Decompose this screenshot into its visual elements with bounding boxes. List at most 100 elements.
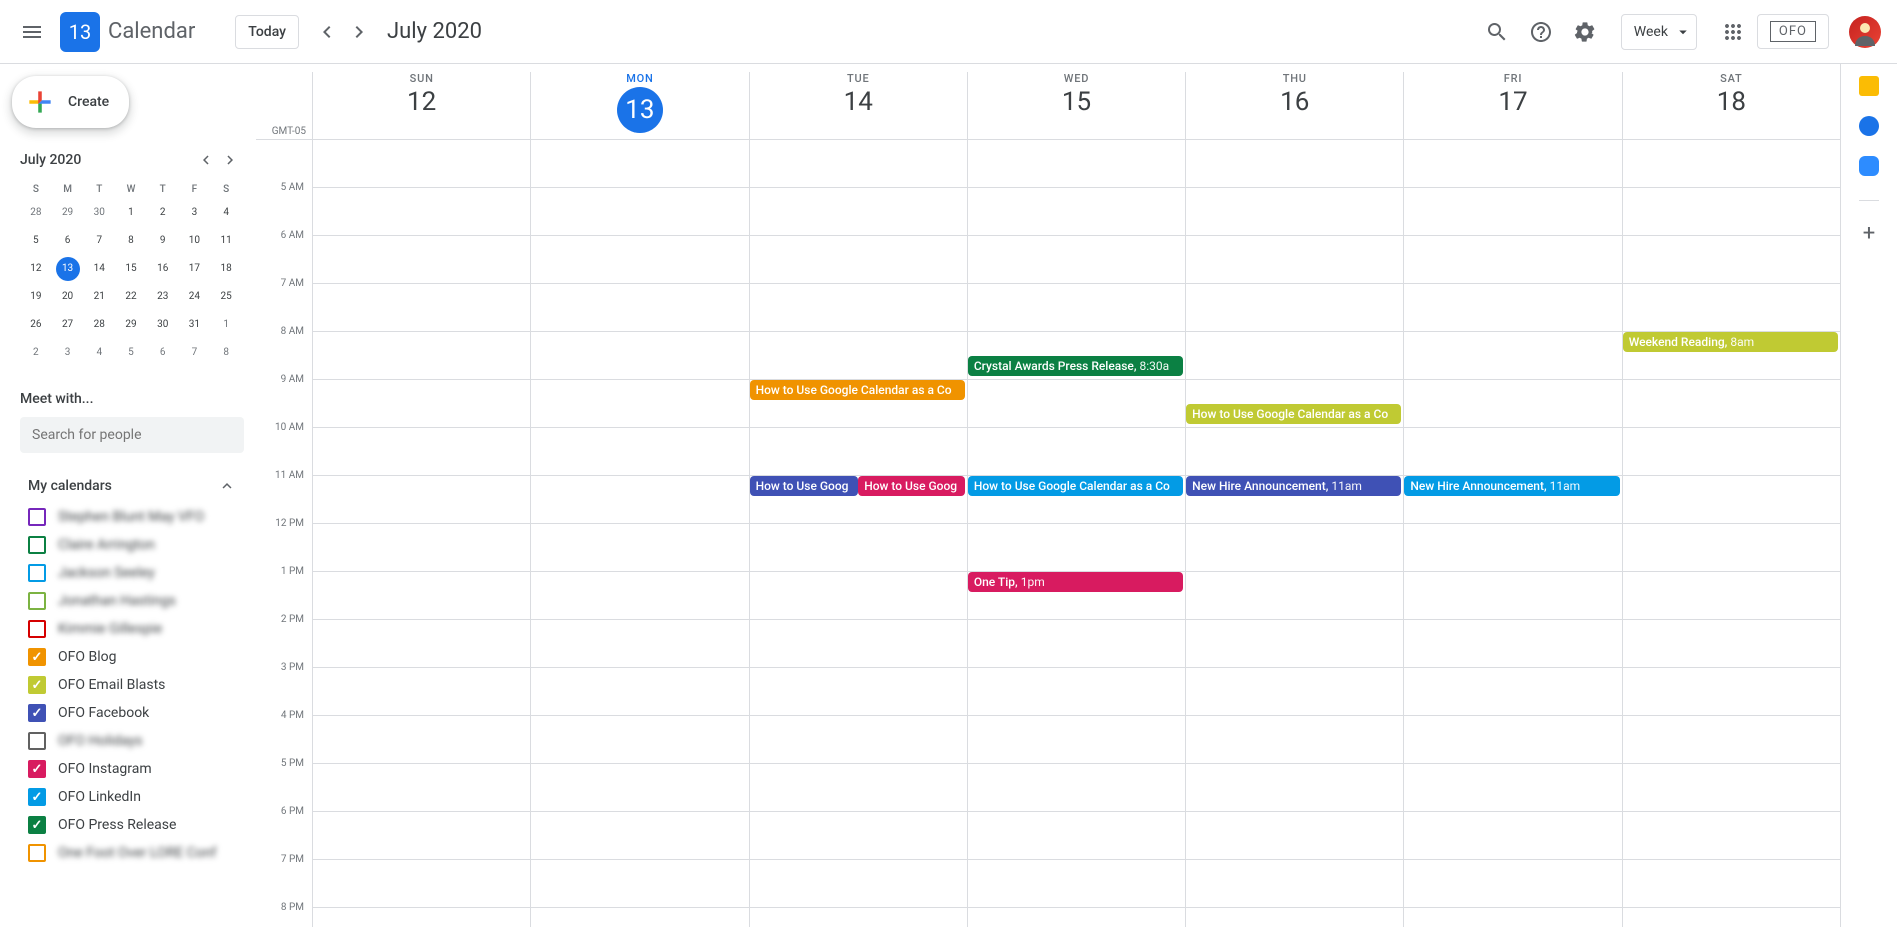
hour-cell[interactable] <box>1404 428 1621 476</box>
calendar-grid-scroll[interactable]: 5 AM6 AM7 AM8 AM9 AM10 AM11 AM12 PM1 PM2… <box>256 140 1840 927</box>
hour-cell[interactable] <box>968 620 1185 668</box>
hour-cell[interactable] <box>531 332 748 380</box>
hour-cell[interactable] <box>968 428 1185 476</box>
calendar-checkbox[interactable] <box>28 592 46 610</box>
hour-cell[interactable] <box>1404 572 1621 620</box>
mini-cal-day[interactable]: 11 <box>214 229 238 253</box>
calendar-list-item[interactable]: OFO Email Blasts <box>28 671 252 699</box>
hour-cell[interactable] <box>531 812 748 860</box>
account-avatar[interactable] <box>1849 16 1881 48</box>
hour-cell[interactable] <box>531 860 748 908</box>
hour-cell[interactable] <box>1186 140 1403 188</box>
day-number[interactable]: 12 <box>313 87 530 117</box>
hour-cell[interactable] <box>1623 764 1840 812</box>
mini-cal-day[interactable]: 9 <box>151 229 175 253</box>
hour-cell[interactable] <box>968 236 1185 284</box>
day-header[interactable]: TUE14 <box>749 72 967 139</box>
calendar-checkbox[interactable] <box>28 564 46 582</box>
hour-cell[interactable] <box>968 716 1185 764</box>
hour-cell[interactable] <box>313 188 530 236</box>
calendar-event[interactable]: How to Use Google Calendar as a Co <box>968 476 1183 496</box>
day-column[interactable]: Weekend Reading, 8am <box>1622 140 1840 927</box>
mini-cal-day[interactable]: 27 <box>56 313 80 337</box>
mini-cal-next[interactable] <box>218 148 242 172</box>
calendar-checkbox[interactable] <box>28 620 46 638</box>
mini-cal-day[interactable]: 3 <box>182 201 206 225</box>
hour-cell[interactable] <box>750 860 967 908</box>
mini-cal-day[interactable]: 14 <box>87 257 111 281</box>
hour-cell[interactable] <box>1186 428 1403 476</box>
hour-cell[interactable] <box>531 188 748 236</box>
hour-cell[interactable] <box>1404 668 1621 716</box>
day-number[interactable]: 14 <box>750 87 967 117</box>
hour-cell[interactable] <box>531 524 748 572</box>
mini-cal-day[interactable]: 16 <box>151 257 175 281</box>
mini-cal-day[interactable]: 6 <box>151 341 175 365</box>
calendar-list-item[interactable]: OFO Press Release <box>28 811 252 839</box>
hour-cell[interactable] <box>531 572 748 620</box>
calendar-checkbox[interactable] <box>28 760 46 778</box>
day-number[interactable]: 17 <box>1404 87 1621 117</box>
hour-cell[interactable] <box>531 428 748 476</box>
mini-cal-day[interactable]: 26 <box>24 313 48 337</box>
mini-cal-day[interactable]: 28 <box>87 313 111 337</box>
hour-cell[interactable] <box>1623 188 1840 236</box>
calendar-event[interactable]: New Hire Announcement, 11am <box>1186 476 1401 496</box>
calendar-event[interactable]: How to Use Goog <box>858 476 965 496</box>
hour-cell[interactable] <box>1186 188 1403 236</box>
calendar-checkbox[interactable] <box>28 704 46 722</box>
calendar-list-item[interactable]: Jackson Seeley <box>28 559 252 587</box>
calendar-checkbox[interactable] <box>28 676 46 694</box>
hour-cell[interactable] <box>1404 812 1621 860</box>
hour-cell[interactable] <box>1186 764 1403 812</box>
hour-cell[interactable] <box>313 284 530 332</box>
hour-cell[interactable] <box>1404 716 1621 764</box>
mini-cal-day[interactable]: 23 <box>151 285 175 309</box>
hour-cell[interactable] <box>1404 188 1621 236</box>
hour-cell[interactable] <box>1404 908 1621 927</box>
hour-cell[interactable] <box>750 428 967 476</box>
calendar-list-item[interactable]: Claire Arrington <box>28 531 252 559</box>
hour-cell[interactable] <box>750 140 967 188</box>
mini-cal-day[interactable]: 1 <box>119 201 143 225</box>
hour-cell[interactable] <box>1623 380 1840 428</box>
main-menu-button[interactable] <box>8 8 56 56</box>
mini-cal-day[interactable]: 7 <box>182 341 206 365</box>
mini-cal-day[interactable]: 28 <box>24 201 48 225</box>
hour-cell[interactable] <box>1623 140 1840 188</box>
mini-cal-day[interactable]: 8 <box>119 229 143 253</box>
hour-cell[interactable] <box>1186 668 1403 716</box>
mini-cal-day[interactable]: 30 <box>87 201 111 225</box>
hour-cell[interactable] <box>1186 812 1403 860</box>
hour-cell[interactable] <box>531 908 748 927</box>
mini-cal-day[interactable]: 13 <box>56 257 80 281</box>
hour-cell[interactable] <box>531 716 748 764</box>
hour-cell[interactable] <box>1623 572 1840 620</box>
day-number[interactable]: 18 <box>1623 87 1840 117</box>
mini-cal-day[interactable]: 15 <box>119 257 143 281</box>
hour-cell[interactable] <box>531 476 748 524</box>
hour-cell[interactable] <box>313 812 530 860</box>
hour-cell[interactable] <box>968 908 1185 927</box>
my-calendars-toggle[interactable]: My calendars <box>28 477 252 495</box>
calendar-event[interactable]: How to Use Google Calendar as a Co <box>750 380 965 400</box>
hour-cell[interactable] <box>1404 764 1621 812</box>
mini-cal-day[interactable]: 4 <box>214 201 238 225</box>
view-selector[interactable]: Week <box>1621 14 1697 50</box>
hour-cell[interactable] <box>1186 716 1403 764</box>
mini-cal-day[interactable]: 25 <box>214 285 238 309</box>
hour-cell[interactable] <box>1186 236 1403 284</box>
search-button[interactable] <box>1477 12 1517 52</box>
tasks-app-icon[interactable] <box>1859 116 1879 136</box>
hour-cell[interactable] <box>750 524 967 572</box>
hour-cell[interactable] <box>531 620 748 668</box>
calendar-list-item[interactable]: OFO LinkedIn <box>28 783 252 811</box>
calendar-list-item[interactable]: OFO Instagram <box>28 755 252 783</box>
hour-cell[interactable] <box>1404 620 1621 668</box>
hour-cell[interactable] <box>531 284 748 332</box>
calendar-list-item[interactable]: Stephen Blunt May VFO <box>28 503 252 531</box>
hour-cell[interactable] <box>1623 716 1840 764</box>
day-header[interactable]: WED15 <box>967 72 1185 139</box>
hour-cell[interactable] <box>1186 908 1403 927</box>
hour-cell[interactable] <box>1623 620 1840 668</box>
